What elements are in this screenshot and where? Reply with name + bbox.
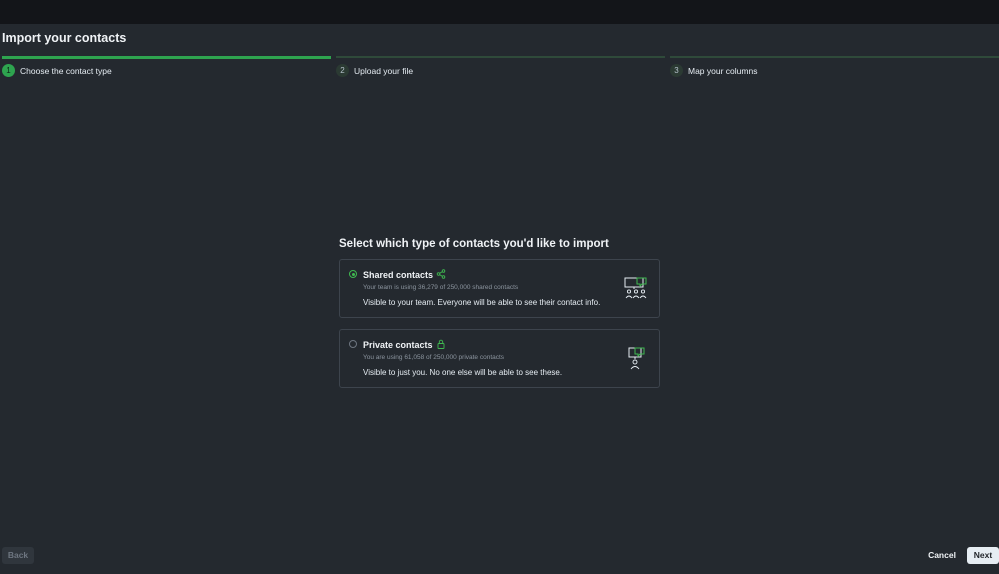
step-number: 3 — [670, 64, 683, 77]
window-top-bar — [0, 0, 999, 24]
next-button[interactable]: Next — [967, 547, 999, 564]
team-presentation-icon — [624, 277, 647, 299]
step-label: Upload your file — [354, 66, 414, 76]
step-progress-bar — [670, 56, 999, 58]
step-progress-bar — [336, 56, 665, 58]
step-upload-file: 2 Upload your file — [336, 56, 665, 80]
step-label: Choose the contact type — [20, 66, 112, 76]
private-contacts-option[interactable]: Private contacts You are using 61,058 of… — [339, 329, 660, 388]
private-contacts-radio[interactable] — [349, 340, 357, 348]
step-number: 1 — [2, 64, 15, 77]
option-description: Visible to your team. Everyone will be a… — [363, 298, 601, 307]
lock-icon — [437, 339, 445, 349]
share-icon — [436, 269, 446, 279]
back-button[interactable]: Back — [2, 547, 34, 564]
shared-contacts-option[interactable]: Shared contacts Your team is using 36,27… — [339, 259, 660, 318]
person-presentation-icon — [628, 347, 645, 370]
option-description: Visible to just you. No one else will be… — [363, 368, 563, 377]
step-label: Map your columns — [688, 66, 758, 76]
step-choose-type: 1 Choose the contact type — [2, 55, 331, 80]
shared-contacts-radio[interactable] — [349, 270, 357, 278]
option-title: Shared contacts — [363, 270, 434, 280]
step-map-columns: 3 Map your columns — [670, 56, 999, 80]
contact-type-question: Select which type of contacts you'd like… — [339, 238, 609, 250]
option-usage: Your team is using 36,279 of 250,000 sha… — [363, 284, 519, 291]
cancel-button[interactable]: Cancel — [924, 547, 960, 564]
option-usage: You are using 61,058 of 250,000 private … — [363, 354, 505, 361]
step-number: 2 — [336, 64, 349, 77]
option-title: Private contacts — [363, 340, 433, 350]
stepper: 1 Choose the contact type 2 Upload your … — [0, 55, 999, 80]
page-title: Import your contacts — [2, 31, 127, 45]
step-progress-bar — [2, 55, 331, 59]
